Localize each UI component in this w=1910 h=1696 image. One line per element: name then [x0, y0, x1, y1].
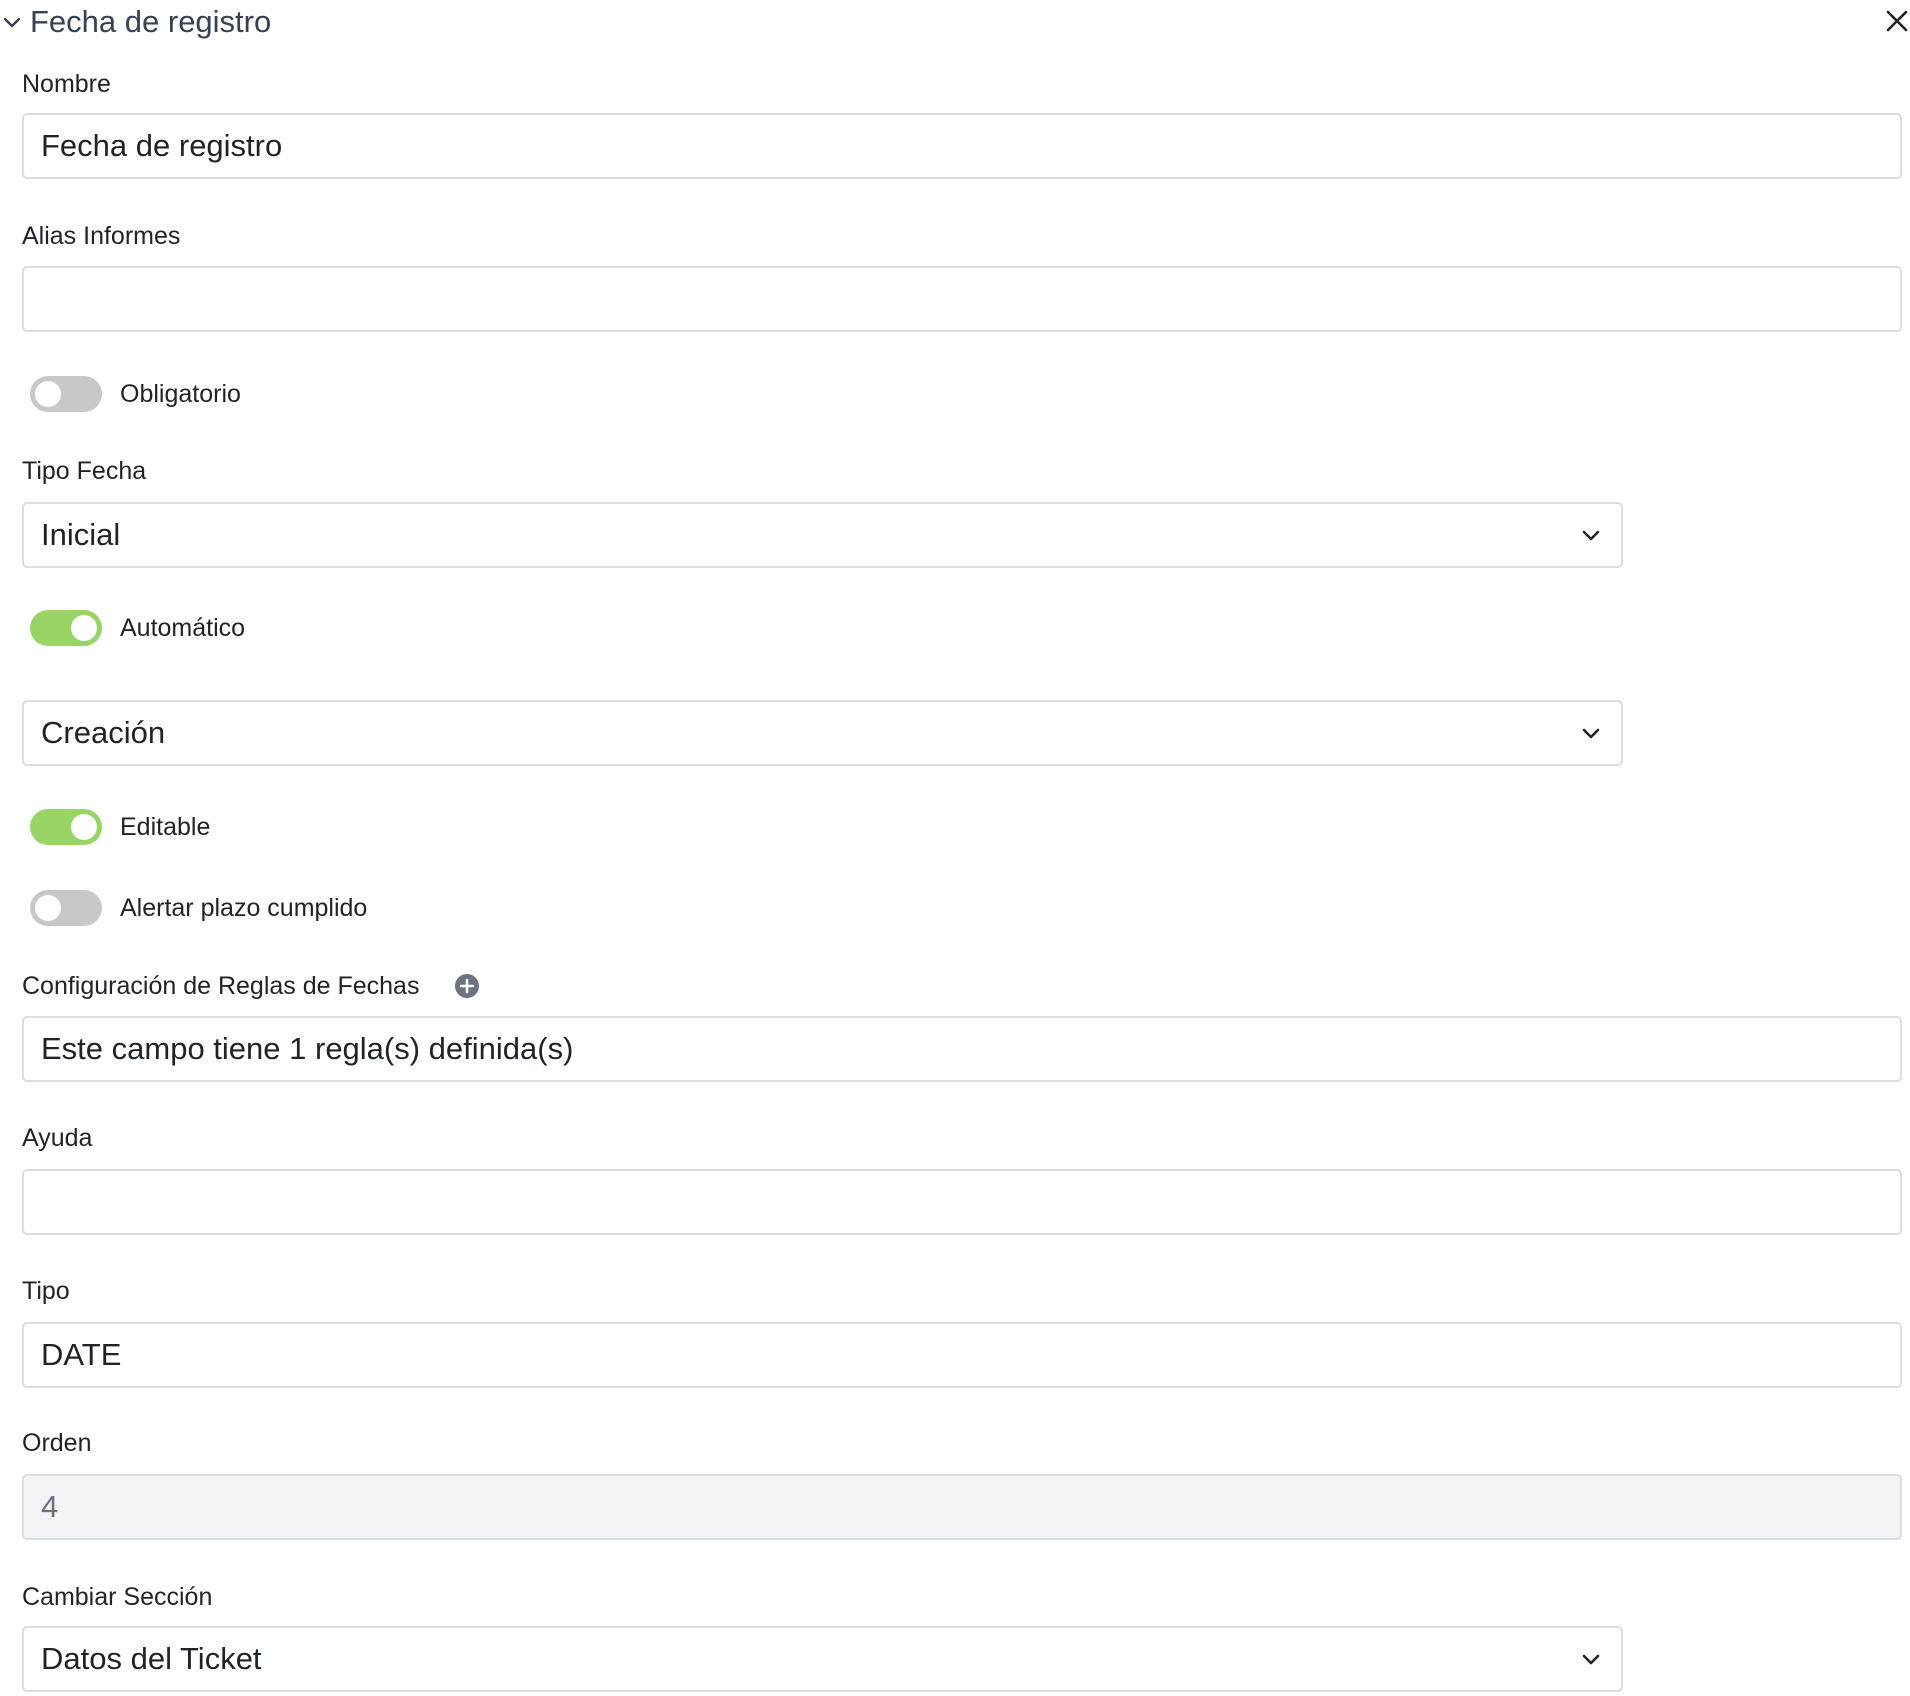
- panel-title: Fecha de registro: [30, 4, 272, 39]
- plus-circle-icon[interactable]: [454, 973, 480, 999]
- toggle-knob: [35, 895, 61, 921]
- automatico-label: Automático: [120, 614, 246, 642]
- automatico-mode-value: Creación: [41, 715, 166, 750]
- cambiar-seccion-select[interactable]: Datos del Ticket: [22, 1626, 1623, 1692]
- tipo-fecha-label: Tipo Fecha: [22, 457, 147, 485]
- field-settings-panel: Fecha de registro Nombre Fecha de regist…: [0, 0, 1910, 1696]
- automatico-toggle[interactable]: [30, 610, 102, 646]
- obligatorio-label: Obligatorio: [120, 380, 241, 408]
- chevron-down-icon: [1582, 1654, 1600, 1665]
- editable-label: Editable: [120, 813, 211, 841]
- reglas-fechas-label: Configuración de Reglas de Fechas: [22, 972, 420, 1000]
- toggle-knob: [71, 615, 97, 641]
- tipo-label: Tipo: [22, 1277, 70, 1305]
- ayuda-label: Ayuda: [22, 1124, 93, 1152]
- tipo-input[interactable]: DATE: [22, 1322, 1902, 1388]
- chevron-down-icon[interactable]: [0, 10, 24, 34]
- alias-informes-label: Alias Informes: [22, 222, 181, 250]
- cambiar-seccion-value: Datos del Ticket: [41, 1641, 262, 1676]
- tipo-fecha-value: Inicial: [41, 517, 121, 552]
- panel-header[interactable]: Fecha de registro: [0, 0, 1910, 44]
- close-icon[interactable]: [1884, 8, 1910, 34]
- orden-input: 4: [22, 1474, 1902, 1540]
- orden-label: Orden: [22, 1429, 92, 1457]
- editable-toggle[interactable]: [30, 809, 102, 845]
- nombre-input[interactable]: Fecha de registro: [22, 113, 1902, 179]
- automatico-mode-select[interactable]: Creación: [22, 700, 1623, 766]
- alias-informes-input[interactable]: [22, 266, 1902, 332]
- reglas-fechas-input[interactable]: Este campo tiene 1 regla(s) definida(s): [22, 1016, 1902, 1082]
- toggle-knob: [35, 381, 61, 407]
- toggle-knob: [71, 814, 97, 840]
- cambiar-seccion-label: Cambiar Sección: [22, 1583, 213, 1611]
- alertar-plazo-toggle[interactable]: [30, 890, 102, 926]
- ayuda-input[interactable]: [22, 1169, 1902, 1235]
- nombre-label: Nombre: [22, 70, 111, 98]
- alertar-plazo-label: Alertar plazo cumplido: [120, 894, 368, 922]
- obligatorio-toggle[interactable]: [30, 376, 102, 412]
- tipo-fecha-select[interactable]: Inicial: [22, 502, 1623, 568]
- chevron-down-icon: [1582, 530, 1600, 541]
- chevron-down-icon: [1582, 728, 1600, 739]
